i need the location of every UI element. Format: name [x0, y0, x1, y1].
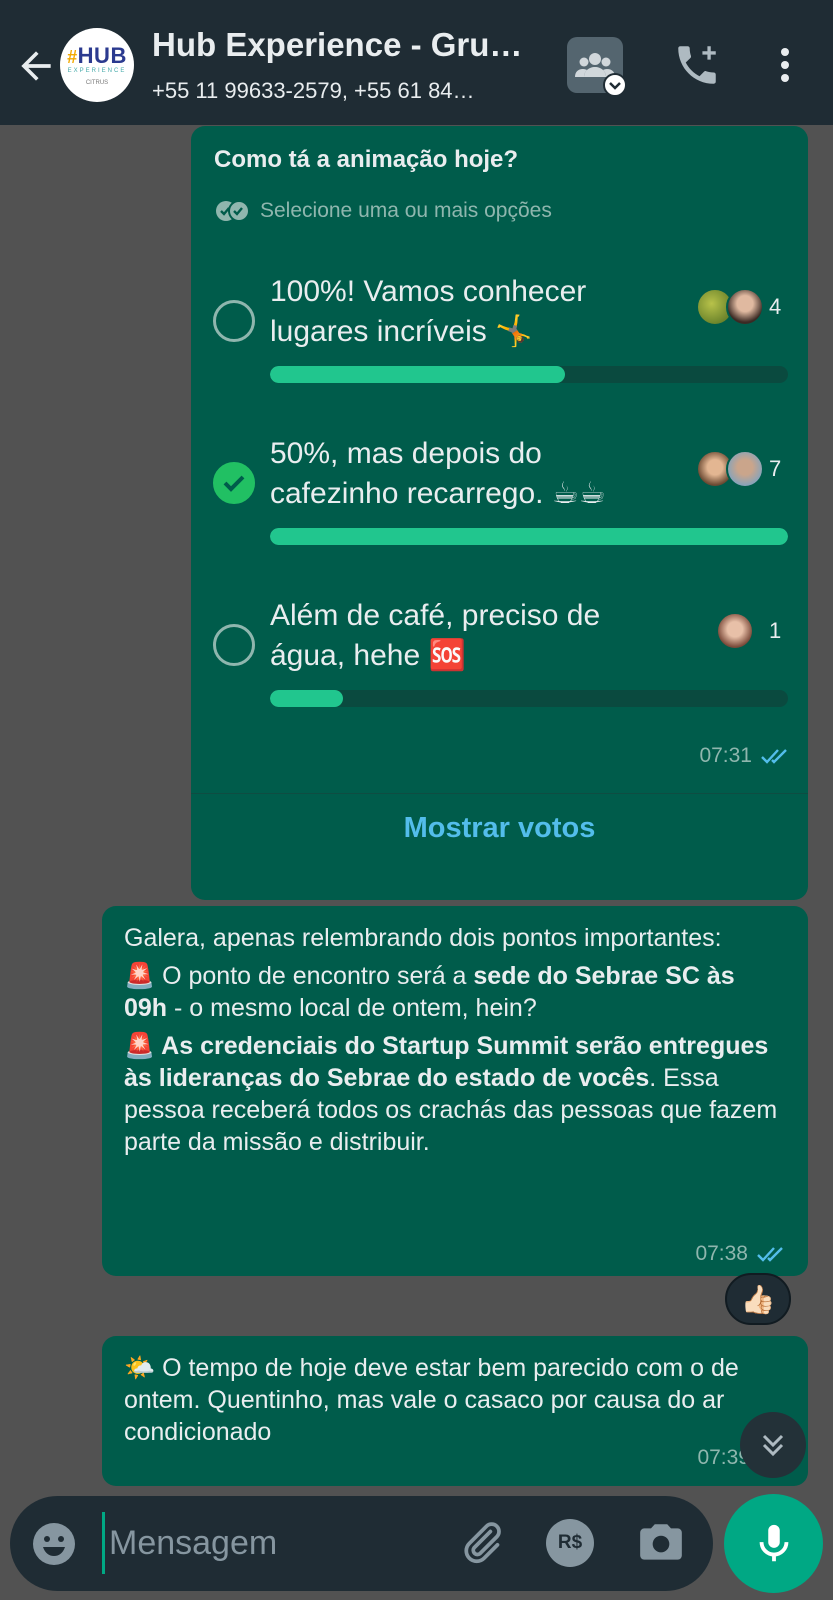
chevron-double-down-icon: [762, 1434, 784, 1457]
back-button[interactable]: [14, 44, 58, 88]
double-check-icon: [216, 200, 250, 222]
message-text: O ponto de encontro será a: [155, 962, 474, 990]
message-time: 07:31: [699, 744, 752, 767]
arrow-left-icon: [21, 51, 51, 81]
more-options-button[interactable]: [768, 40, 802, 90]
divider: [191, 793, 808, 794]
text-message[interactable]: 🌤️ O tempo de hoje deve estar bem pareci…: [102, 1336, 808, 1486]
double-check-icon: [757, 1247, 783, 1262]
chat-header: HUB EXPERIENCE CITRUS Hub Experience - G…: [0, 0, 833, 125]
poll-option[interactable]: 50%, mas depois do cafezinho recarrego. …: [191, 434, 808, 584]
avatar-logo-text: HUB: [67, 44, 127, 67]
poll-meta: 07:31: [699, 744, 794, 768]
poll-question: Como tá a animação hoje?: [214, 146, 519, 173]
community-button[interactable]: [567, 37, 627, 97]
double-check-icon: [761, 749, 787, 764]
poll-option-radio-checked[interactable]: [213, 462, 255, 504]
vote-bar-fill: [270, 690, 343, 707]
emoji-icon: [33, 1523, 75, 1565]
message-time: 07:38: [695, 1242, 748, 1265]
vote-count: 1: [769, 618, 782, 643]
group-avatar[interactable]: HUB EXPERIENCE CITRUS: [60, 28, 134, 102]
avatar: [726, 288, 764, 326]
vote-count: 7: [769, 456, 782, 481]
message-meta: 07:38: [695, 1242, 790, 1266]
message-composer: R$: [10, 1496, 713, 1591]
vote-bar-fill: [270, 528, 788, 545]
poll-option[interactable]: Além de café, preciso de água, hehe 🆘 1: [191, 596, 808, 746]
avatar-tagline: EXPERIENCE: [67, 67, 127, 74]
attach-button[interactable]: [456, 1518, 506, 1568]
poll-message[interactable]: Como tá a animação hoje? Selecione uma o…: [191, 126, 808, 900]
poll-option-text: 50%, mas depois do cafezinho recarrego. …: [270, 437, 606, 510]
scroll-to-bottom-button[interactable]: [740, 1412, 806, 1478]
message-intro: Galera, apenas relembrando dois pontos i…: [124, 924, 722, 952]
message-input[interactable]: [102, 1512, 432, 1574]
avatar: [726, 450, 764, 488]
avatar-sub: CITRUS: [85, 79, 109, 86]
message-text: O tempo de hoje deve estar bem parecido …: [124, 1354, 739, 1446]
check-icon: [223, 475, 245, 492]
weather-icon: 🌤️: [124, 1354, 156, 1382]
avatar: [716, 612, 754, 650]
siren-icon: 🚨: [124, 1032, 156, 1060]
siren-icon: 🚨: [124, 962, 156, 990]
chat-participants[interactable]: +55 11 99633-2579, +55 61 84…: [152, 78, 547, 104]
add-call-button[interactable]: [672, 40, 722, 90]
camera-button[interactable]: [636, 1518, 686, 1568]
poll-option-radio[interactable]: [213, 300, 255, 342]
more-vert-icon: [781, 48, 789, 82]
chat-title[interactable]: Hub Experience - Gru…: [152, 26, 552, 64]
camera-icon: [640, 1524, 682, 1560]
attach-icon: [464, 1522, 501, 1564]
poll-hint-text: Selecione uma ou mais opções: [260, 199, 552, 222]
mic-icon: [759, 1524, 788, 1561]
vote-bar: [270, 690, 788, 707]
message-point: 🚨 As credenciais do Startup Summit serão…: [124, 1030, 784, 1158]
message-point: 🚨 O ponto de encontro será a sede do Seb…: [124, 960, 784, 1024]
message-body: Galera, apenas relembrando dois pontos i…: [124, 922, 784, 1158]
add-call-icon: [678, 46, 716, 84]
emoji-button[interactable]: [30, 1520, 78, 1568]
vote-count: 4: [769, 294, 782, 319]
poll-hint: Selecione uma ou mais opções: [214, 199, 552, 223]
message-body: 🌤️ O tempo de hoje deve estar bem pareci…: [124, 1352, 784, 1448]
chevron-down-icon: [603, 73, 627, 97]
voice-record-button[interactable]: [724, 1494, 823, 1593]
reaction-badge[interactable]: 👍🏻: [725, 1273, 791, 1325]
vote-bar: [270, 366, 788, 383]
poll-option[interactable]: 100%! Vamos conhecer lugares incríveis 🤸…: [191, 272, 808, 422]
text-message[interactable]: Galera, apenas relembrando dois pontos i…: [102, 906, 808, 1276]
vote-bar-fill: [270, 366, 566, 383]
payment-button[interactable]: R$: [546, 1519, 594, 1567]
poll-option-text: 100%! Vamos conhecer lugares incríveis 🤸: [270, 275, 587, 348]
show-votes-button[interactable]: Mostrar votos: [191, 812, 808, 845]
message-text: - o mesmo local de ontem, hein?: [167, 994, 537, 1022]
poll-option-text: Além de café, preciso de água, hehe 🆘: [270, 599, 601, 672]
poll-option-radio[interactable]: [213, 624, 255, 666]
vote-bar: [270, 528, 788, 545]
